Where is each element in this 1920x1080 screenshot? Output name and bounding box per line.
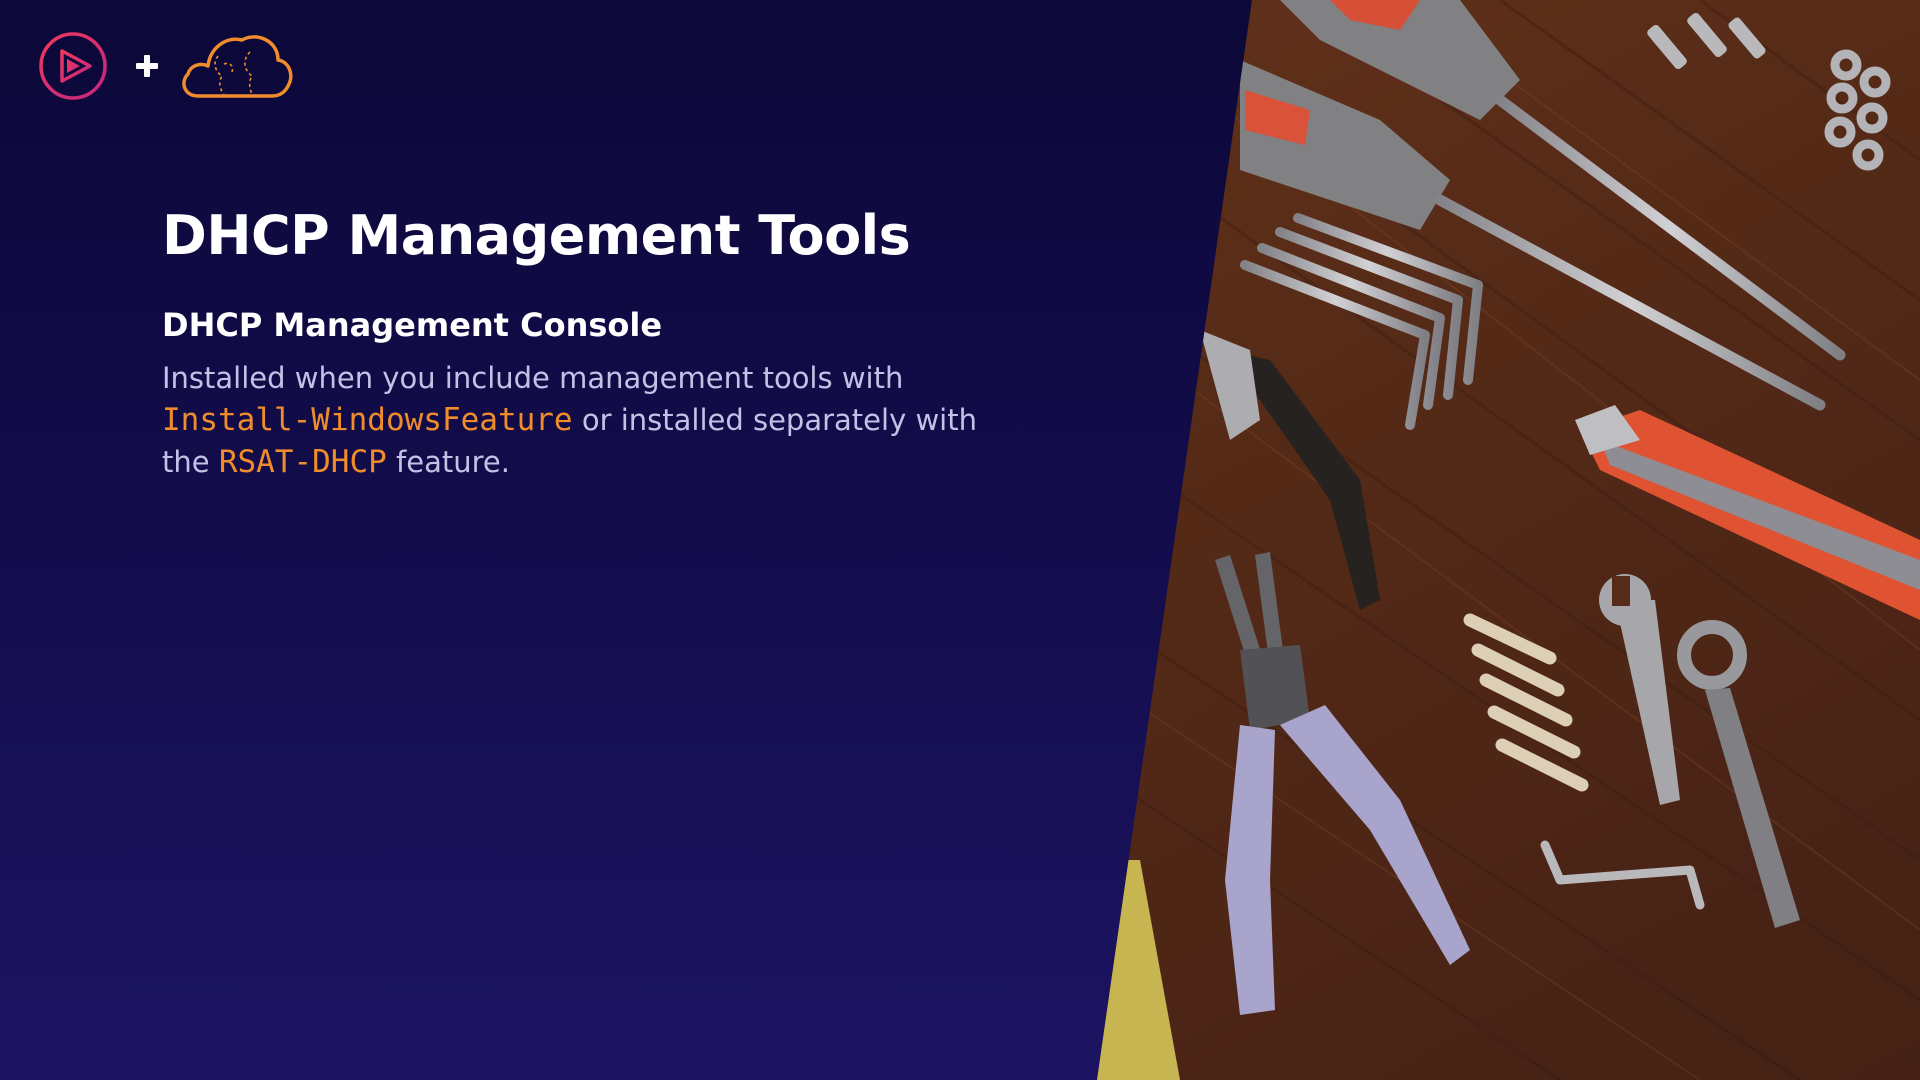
body-text-1: Installed when you include management to…: [162, 361, 904, 395]
section-subtitle: DHCP Management Console: [162, 306, 663, 344]
tools-photo: [1097, 0, 1920, 1080]
code-rsat-dhcp: RSAT-DHCP: [218, 444, 387, 480]
code-install-windowsfeature: Install-WindowsFeature: [162, 402, 573, 438]
body-paragraph: Installed when you include management to…: [162, 357, 1022, 483]
page-title: DHCP Management Tools: [162, 204, 911, 267]
play-circle-logo-icon: [39, 32, 107, 100]
slide: DHCP Management Tools DHCP Management Co…: [0, 0, 1920, 1080]
content: DHCP Management Tools DHCP Management Co…: [162, 203, 1022, 483]
tools-on-wood-image: [1097, 0, 1920, 1080]
logo-bar: [38, 30, 296, 102]
body-text-3: feature.: [386, 445, 510, 479]
plus-icon: [136, 55, 158, 77]
cloud-logo-icon: [182, 35, 293, 98]
